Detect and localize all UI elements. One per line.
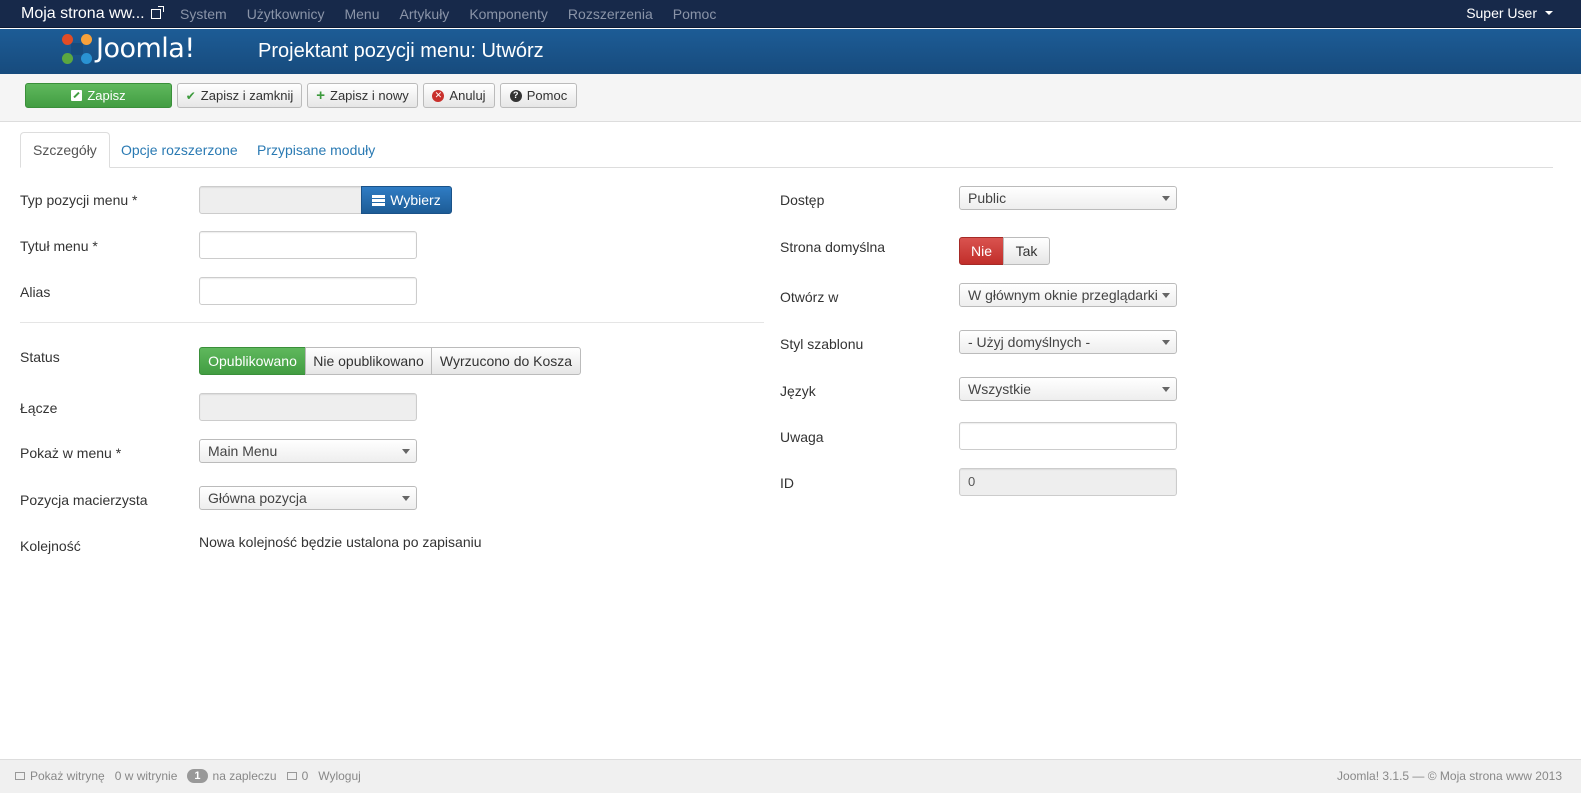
status-label: Status xyxy=(20,349,60,365)
open-in-select[interactable]: W głównym oknie przeglądarki xyxy=(959,283,1177,307)
default-page-yes[interactable]: Tak xyxy=(1003,237,1050,265)
admins-badge: 1 xyxy=(187,769,208,783)
open-in-label: Otwórz w xyxy=(780,289,839,305)
language-value: Wszystkie xyxy=(968,381,1031,397)
chevron-down-icon xyxy=(402,496,410,501)
default-page-no[interactable]: Nie xyxy=(959,237,1004,265)
footer-left: Pokaż witrynę 0 w witrynie 1 na zapleczu… xyxy=(15,769,361,783)
save-button[interactable]: Zapisz xyxy=(25,83,172,108)
show-in-menu-select[interactable]: Main Menu xyxy=(199,439,417,463)
tab-bar: Szczegóły Opcje rozszerzone Przypisane m… xyxy=(20,132,1553,168)
save-close-button[interactable]: ✔ Zapisz i zamknij xyxy=(177,83,302,108)
status-toggle: Opublikowano Nie opublikowano Wyrzucono … xyxy=(199,347,581,375)
chevron-down-icon xyxy=(1162,340,1170,345)
chevron-down-icon xyxy=(402,449,410,454)
envelope-icon xyxy=(286,772,297,780)
top-navbar: Moja strona ww... System Użytkownicy Men… xyxy=(0,0,1581,28)
default-page-toggle: Nie Tak xyxy=(959,237,1050,265)
chevron-down-icon xyxy=(1162,196,1170,201)
menu-components[interactable]: Komponenty xyxy=(459,6,558,22)
show-in-menu-value: Main Menu xyxy=(208,443,278,459)
logout-link[interactable]: Wyloguj xyxy=(318,769,361,783)
save-new-button[interactable]: + Zapisz i nowy xyxy=(307,83,418,108)
id-field: 0 xyxy=(959,468,1177,496)
edit-icon xyxy=(71,90,83,101)
parent-item-value: Główna pozycja xyxy=(208,490,307,506)
user-menu[interactable]: Super User xyxy=(1466,5,1553,21)
admins-info: 1 na zapleczu xyxy=(187,769,277,783)
alias-label: Alias xyxy=(20,284,51,300)
menu-type-field xyxy=(199,186,362,214)
messages-link[interactable]: 0 xyxy=(286,769,308,783)
external-link-icon xyxy=(150,5,164,19)
user-name: Super User xyxy=(1466,5,1537,21)
menu-system[interactable]: System xyxy=(180,6,237,22)
menu-menu[interactable]: Menu xyxy=(334,6,389,22)
chevron-down-icon xyxy=(1545,11,1553,15)
access-label: Dostęp xyxy=(780,192,825,208)
main-menu: System Użytkownicy Menu Artykuły Kompone… xyxy=(180,6,726,22)
header-bar: Joomla! Projektant pozycji menu: Utwórz xyxy=(0,29,1581,74)
list-icon xyxy=(372,194,386,206)
default-page-label: Strona domyślna xyxy=(780,239,886,255)
chevron-down-icon xyxy=(1162,387,1170,392)
ordering-label: Kolejność xyxy=(20,538,81,554)
visitors-count: 0 w witrynie xyxy=(114,769,178,783)
show-in-menu-label: Pokaż w menu * xyxy=(20,445,122,461)
logo-text: Joomla! xyxy=(96,33,195,64)
check-icon: ✔ xyxy=(185,88,196,103)
status-bar: Pokaż witrynę 0 w witrynie 1 na zapleczu… xyxy=(0,759,1581,793)
chevron-down-icon xyxy=(1162,293,1170,298)
view-site-link[interactable]: Pokaż witrynę xyxy=(15,769,105,783)
alias-input[interactable] xyxy=(199,277,417,305)
site-name: Moja strona ww... xyxy=(21,4,145,22)
menu-articles[interactable]: Artykuły xyxy=(390,6,460,22)
parent-item-select[interactable]: Główna pozycja xyxy=(199,486,417,510)
version-info: Joomla! 3.1.5 — © Moja strona www 2013 xyxy=(1337,769,1562,783)
menu-users[interactable]: Użytkownicy xyxy=(237,6,335,22)
id-label: ID xyxy=(780,475,794,491)
open-in-value: W głównym oknie przeglądarki xyxy=(968,287,1158,303)
menu-title-input[interactable] xyxy=(199,231,417,259)
status-published[interactable]: Opublikowano xyxy=(199,347,306,375)
tab-advanced-options[interactable]: Opcje rozszerzone xyxy=(121,132,238,168)
parent-item-label: Pozycja macierzysta xyxy=(20,492,148,508)
status-unpublished[interactable]: Nie opublikowano xyxy=(305,347,432,375)
cancel-button[interactable]: ✕ Anuluj xyxy=(423,83,495,108)
note-input[interactable] xyxy=(959,422,1177,450)
access-select[interactable]: Public xyxy=(959,186,1177,210)
link-label: Łącze xyxy=(20,400,58,416)
toolbar: Zapisz ✔ Zapisz i zamknij + Zapisz i now… xyxy=(0,74,1581,122)
template-style-select[interactable]: - Użyj domyślnych - xyxy=(959,330,1177,354)
status-trashed[interactable]: Wyrzucono do Kosza xyxy=(431,347,581,375)
joomla-logo[interactable]: Joomla! xyxy=(62,33,195,64)
question-icon: ? xyxy=(509,89,522,102)
joomla-logo-icon xyxy=(62,33,92,64)
external-link-icon xyxy=(15,772,25,780)
tab-details[interactable]: Szczegóły xyxy=(20,132,110,168)
menu-type-label: Typ pozycji menu * xyxy=(20,192,138,208)
site-link[interactable]: Moja strona ww... xyxy=(0,5,180,23)
cancel-icon: ✕ xyxy=(432,89,445,102)
plus-icon: + xyxy=(316,87,325,104)
ordering-note: Nowa kolejność będzie ustalona po zapisa… xyxy=(199,534,482,550)
template-style-value: - Użyj domyślnych - xyxy=(968,334,1091,350)
note-label: Uwaga xyxy=(780,429,824,445)
menu-title-label: Tytuł menu * xyxy=(20,238,98,254)
menu-extensions[interactable]: Rozszerzenia xyxy=(558,6,663,22)
link-field xyxy=(199,393,417,421)
select-menu-type-button[interactable]: Wybierz xyxy=(361,186,452,214)
help-button[interactable]: ? Pomoc xyxy=(500,83,577,108)
language-label: Język xyxy=(780,383,816,399)
access-value: Public xyxy=(968,190,1007,206)
template-style-label: Styl szablonu xyxy=(780,336,864,352)
menu-help[interactable]: Pomoc xyxy=(663,6,727,22)
divider xyxy=(20,322,764,323)
language-select[interactable]: Wszystkie xyxy=(959,377,1177,401)
page-title: Projektant pozycji menu: Utwórz xyxy=(258,40,544,62)
tab-assigned-modules[interactable]: Przypisane moduły xyxy=(257,132,375,168)
